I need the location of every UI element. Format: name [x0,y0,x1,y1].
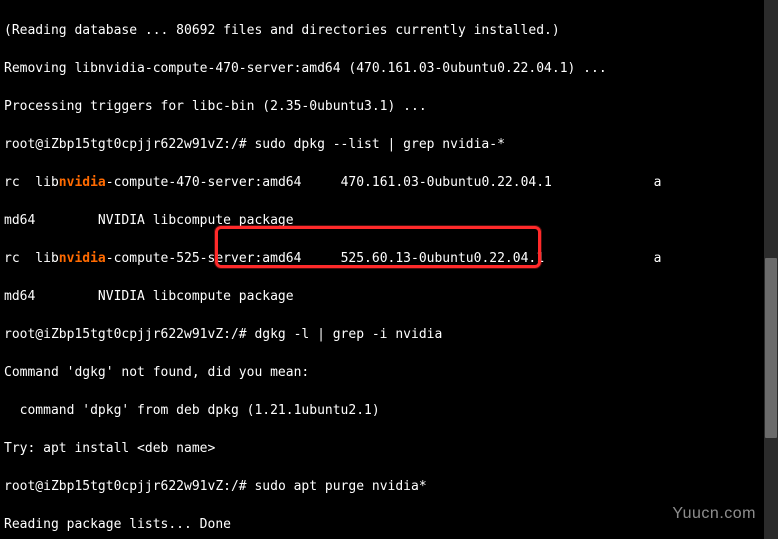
vertical-scrollbar-track[interactable] [764,0,778,539]
output-line: rc libnvidia-compute-470-server:amd64 47… [4,173,774,192]
output-line: command 'dpkg' from deb dpkg (1.21.1ubun… [4,401,774,420]
prompt: root@iZbp15tgt0cpjjr622w91vZ: [4,479,231,494]
prompt: root@iZbp15tgt0cpjjr622w91vZ:/# [4,137,254,152]
prompt: root@iZbp15tgt0cpjjr622w91vZ:/# [4,327,254,342]
prompt-line: root@iZbp15tgt0cpjjr622w91vZ:/# sudo dpk… [4,135,774,154]
grep-match: nvidia [59,175,106,190]
output-line: Processing triggers for libc-bin (2.35-0… [4,97,774,116]
output-line: rc libnvidia-compute-525-server:amd64 52… [4,249,774,268]
output-line: Reading package lists... Done [4,515,774,534]
command-text: dgkg -l | grep -i nvidia [254,327,442,342]
output-line: Command 'dgkg' not found, did you mean: [4,363,774,382]
command-text-highlighted: /# sudo apt purge nvidia* [231,479,427,494]
output-line: Try: apt install <deb name> [4,439,774,458]
command-text: sudo dpkg --list | grep nvidia-* [254,137,504,152]
output-line: md64 NVIDIA libcompute package [4,211,774,230]
prompt-line: root@iZbp15tgt0cpjjr622w91vZ:/# dgkg -l … [4,325,774,344]
output-line: md64 NVIDIA libcompute package [4,287,774,306]
prompt-line-highlighted: root@iZbp15tgt0cpjjr622w91vZ:/# sudo apt… [4,477,774,496]
vertical-scrollbar-thumb[interactable] [765,258,777,438]
terminal-output[interactable]: (Reading database ... 80692 files and di… [0,0,778,539]
watermark-text: Yuucn.com [672,504,756,523]
grep-match: nvidia [59,251,106,266]
output-line: (Reading database ... 80692 files and di… [4,21,774,40]
output-line: Removing libnvidia-compute-470-server:am… [4,59,774,78]
